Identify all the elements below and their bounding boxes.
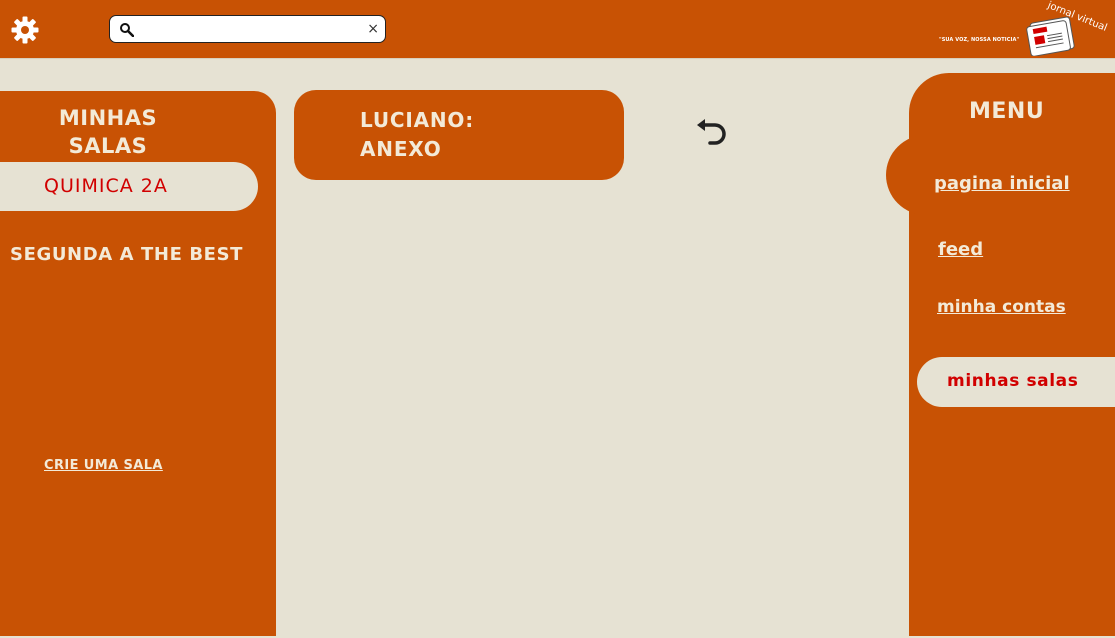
search-input[interactable] — [142, 19, 366, 41]
room-item-active[interactable]: QUIMICA 2A — [0, 162, 258, 211]
brand-slogan: "SUA VOZ, NOSSA NOTICIA" — [939, 37, 1020, 43]
menu-item-home[interactable]: pagina inicial — [934, 173, 1070, 194]
undo-arrow-icon[interactable] — [694, 116, 728, 150]
menu-item-account[interactable]: minha contas — [937, 297, 1066, 317]
clear-search-button[interactable]: × — [367, 19, 379, 39]
menu-item-my-rooms[interactable]: minhas salas — [917, 357, 1115, 407]
top-bar-divider — [0, 58, 1115, 59]
create-room-link[interactable]: CRIE UMA SALA — [44, 458, 163, 473]
gear-icon[interactable] — [10, 15, 40, 45]
my-rooms-title-line1: MINHAS — [58, 106, 158, 130]
post-card: LUCIANO: ANEXO — [294, 90, 624, 180]
post-author: LUCIANO: — [360, 108, 475, 132]
my-rooms-title: MINHAS SALAS — [0, 104, 216, 160]
room-item[interactable]: SEGUNDA A THE BEST — [10, 244, 243, 265]
newspaper-icon — [1026, 16, 1075, 56]
search-icon[interactable] — [119, 22, 134, 37]
menu-item-feed[interactable]: feed — [938, 239, 983, 260]
menu-title: MENU — [969, 99, 1045, 124]
search-bar: × — [109, 15, 386, 43]
room-item-label: QUIMICA 2A — [44, 175, 168, 197]
post-content[interactable]: ANEXO — [360, 137, 442, 161]
menu-item-my-rooms-label: minhas salas — [947, 371, 1079, 391]
my-rooms-title-line2: SALAS — [68, 134, 148, 158]
